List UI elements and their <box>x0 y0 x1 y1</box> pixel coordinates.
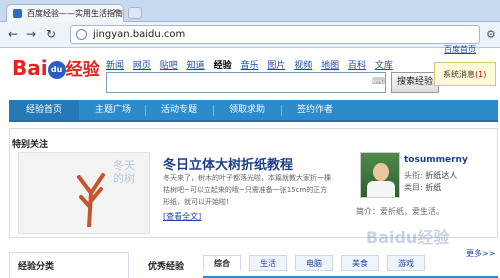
nav-help-requests[interactable]: 领取求助 <box>215 100 279 120</box>
system-message-popup[interactable]: 系统消息(1) <box>434 62 496 86</box>
search-button[interactable]: 搜索经验 <box>391 72 439 93</box>
tab-title: 百度经验——实用生活指南 <box>27 9 123 18</box>
forward-icon[interactable]: → <box>26 27 36 41</box>
tab-food[interactable]: 美食 <box>341 255 379 271</box>
tab-computer[interactable]: 电脑 <box>295 255 333 271</box>
nav-jingyan[interactable]: 经验 <box>214 61 232 71</box>
author-title-label: 头衔: <box>404 171 423 180</box>
paper-tree-icon <box>77 173 105 227</box>
article-title[interactable]: 冬日立体大树折纸教程 <box>163 154 293 173</box>
author-title-row: 头衔: 折纸达人 <box>404 170 457 181</box>
nav-activities[interactable]: 活动专题 <box>147 100 211 120</box>
favicon-icon <box>13 9 22 18</box>
author-category-row: 类目: 折纸 <box>404 182 441 193</box>
search-input[interactable] <box>106 72 386 93</box>
avatar-face <box>373 163 389 181</box>
nav-topic-square[interactable]: 主题广场 <box>83 100 143 120</box>
nav-music[interactable]: 音乐 <box>240 61 258 71</box>
browser-toolbar: ← → ↻ jingyan.baidu.com ⚙ <box>0 22 500 48</box>
feature-image[interactable]: 冬天的树 <box>18 152 150 234</box>
author-category-value: 折纸 <box>425 183 442 192</box>
main-nav-bar: 经验首页 主题广场 活动专题 领取求助 签约作者 <box>9 100 498 122</box>
watermark: Baidu经验 <box>366 228 450 247</box>
nav-tieba[interactable]: 贴吧 <box>160 61 178 71</box>
nav-zhidao[interactable]: 知道 <box>187 61 205 71</box>
back-icon[interactable]: ← <box>8 27 18 41</box>
paw-icon: du <box>47 61 66 79</box>
close-tab-icon[interactable]: ✕ <box>112 7 119 16</box>
top-link[interactable]: 百度首页 <box>444 44 476 55</box>
article-summary: 冬天来了，树木的叶子都落光啦，本篇就教大家折一棵枯树吧~可以立起来的哦~只需准备… <box>163 174 331 206</box>
author-motto: 简介：爱折纸，爱生活。 <box>356 207 444 216</box>
reload-icon[interactable]: ↻ <box>46 27 56 41</box>
message-count: (1) <box>475 70 487 79</box>
tab-general[interactable]: 综合 <box>203 255 241 271</box>
globe-icon <box>76 29 87 40</box>
nav-map[interactable]: 地图 <box>321 61 339 71</box>
nav-home[interactable]: 经验首页 <box>9 100 79 120</box>
browser-tab-strip: 百度经验——实用生活指南 ✕ <box>0 0 500 22</box>
nav-images[interactable]: 图片 <box>267 61 285 71</box>
nav-signed-authors[interactable]: 签约作者 <box>283 100 347 120</box>
calligraphy-text: 冬天的树 <box>113 159 135 185</box>
tab-life[interactable]: 生活 <box>249 255 287 271</box>
avatar-body <box>367 181 395 197</box>
browser-tab[interactable]: 百度经验——实用生活指南 ✕ <box>6 4 124 22</box>
nav-wenku[interactable]: 文库 <box>375 61 393 71</box>
featured-title: 特别关注 <box>12 140 49 150</box>
best-experience-title: 优秀经验 <box>148 262 185 272</box>
nav-web[interactable]: 网页 <box>133 61 151 71</box>
categories-title: 经验分类 <box>18 262 55 272</box>
address-bar[interactable]: jingyan.baidu.com <box>70 25 480 44</box>
author-title-value: 折纸达人 <box>425 171 458 180</box>
wrench-icon[interactable]: ⚙ <box>486 28 496 41</box>
new-tab-button[interactable] <box>128 7 142 19</box>
author-name[interactable]: tosummerny <box>404 155 468 165</box>
nav-separator <box>281 105 282 116</box>
url-text: jingyan.baidu.com <box>93 29 186 40</box>
nav-separator <box>213 105 214 116</box>
author-avatar[interactable] <box>360 152 400 198</box>
nav-news[interactable]: 新闻 <box>106 61 124 71</box>
message-label: 系统消息 <box>443 70 475 79</box>
more-link[interactable]: 更多>> <box>466 248 495 259</box>
logo-bai: Bai <box>12 56 48 80</box>
nav-baike[interactable]: 百科 <box>348 61 366 71</box>
tab-games[interactable]: 游戏 <box>387 255 425 271</box>
baidu-jingyan-logo[interactable]: Bai du 经验 <box>12 55 100 80</box>
best-tabs: 综合 生活 电脑 美食 游戏 <box>203 255 498 278</box>
logo-jingyan: 经验 <box>65 60 100 80</box>
author-category-label: 类目: <box>404 183 423 192</box>
nav-separator <box>145 105 146 116</box>
keyboard-icon[interactable]: ⌨ <box>372 77 385 87</box>
read-more-link[interactable]: [查看全文] <box>163 211 201 222</box>
nav-video[interactable]: 视频 <box>294 61 312 71</box>
product-nav: 新闻 网页 贴吧 知道 经验 音乐 图片 视频 地图 百科 文库 <box>106 58 399 71</box>
